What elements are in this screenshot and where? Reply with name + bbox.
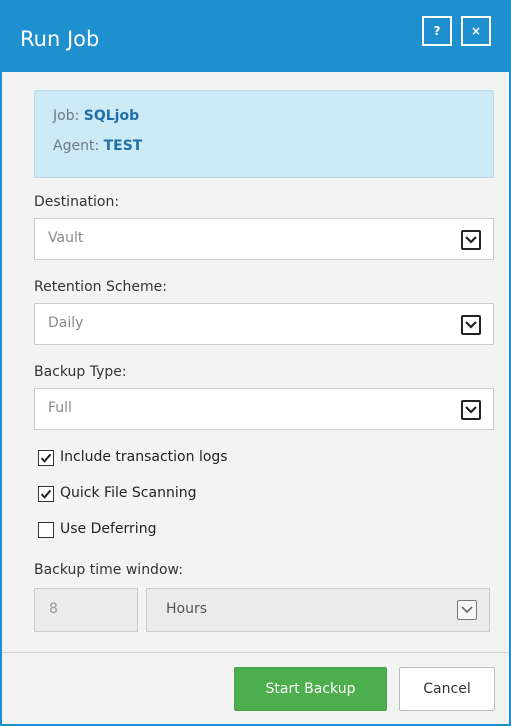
quick-file-scanning-checkbox[interactable]	[38, 486, 54, 502]
destination-value: Vault	[48, 230, 84, 246]
help-icon: ?	[433, 24, 441, 38]
close-icon: ×	[470, 24, 482, 38]
checkmark-icon	[40, 489, 52, 499]
destination-select[interactable]: Vault	[34, 218, 494, 260]
help-button[interactable]: ?	[422, 16, 452, 46]
chevron-down-icon	[461, 230, 481, 250]
chevron-down-icon	[461, 315, 481, 335]
retention-select[interactable]: Daily	[34, 303, 494, 345]
agent-info-line: Agent: TEST	[53, 138, 142, 154]
backup-type-value: Full	[48, 400, 72, 416]
job-info-line: Job: SQLjob	[53, 108, 139, 124]
retention-label: Retention Scheme:	[34, 279, 167, 295]
time-window-unit-select[interactable]: Hours	[146, 588, 490, 632]
backup-time-window-label: Backup time window:	[34, 562, 183, 578]
dialog-titlebar: Run Job ? ×	[2, 2, 509, 72]
use-deferring-label: Use Deferring	[60, 521, 157, 537]
cancel-button[interactable]: Cancel	[399, 667, 495, 711]
chevron-down-icon	[461, 400, 481, 420]
time-window-value: 8	[49, 601, 58, 617]
footer-divider	[2, 652, 509, 653]
use-deferring-checkbox[interactable]	[38, 522, 54, 538]
dialog-title: Run Job	[20, 27, 100, 51]
time-window-value-input[interactable]: 8	[34, 588, 138, 632]
job-info-box: Job: SQLjob Agent: TEST	[34, 90, 494, 178]
run-job-dialog: Run Job ? × Job: SQLjob Agent: TEST Dest…	[0, 0, 511, 726]
backup-type-label: Backup Type:	[34, 364, 127, 380]
agent-name: TEST	[103, 138, 143, 154]
backup-type-select[interactable]: Full	[34, 388, 494, 430]
job-label: Job:	[53, 108, 84, 124]
retention-value: Daily	[48, 315, 84, 331]
start-backup-button[interactable]: Start Backup	[234, 667, 387, 711]
include-transaction-logs-label: Include transaction logs	[60, 449, 228, 465]
agent-label: Agent:	[53, 138, 104, 154]
job-name: SQLjob	[83, 108, 140, 124]
close-button[interactable]: ×	[461, 16, 491, 46]
include-transaction-logs-checkbox[interactable]	[38, 450, 54, 466]
chevron-down-icon	[457, 600, 477, 620]
destination-label: Destination:	[34, 194, 120, 210]
quick-file-scanning-label: Quick File Scanning	[60, 485, 197, 501]
checkmark-icon	[40, 453, 52, 463]
time-window-unit-value: Hours	[166, 601, 208, 617]
